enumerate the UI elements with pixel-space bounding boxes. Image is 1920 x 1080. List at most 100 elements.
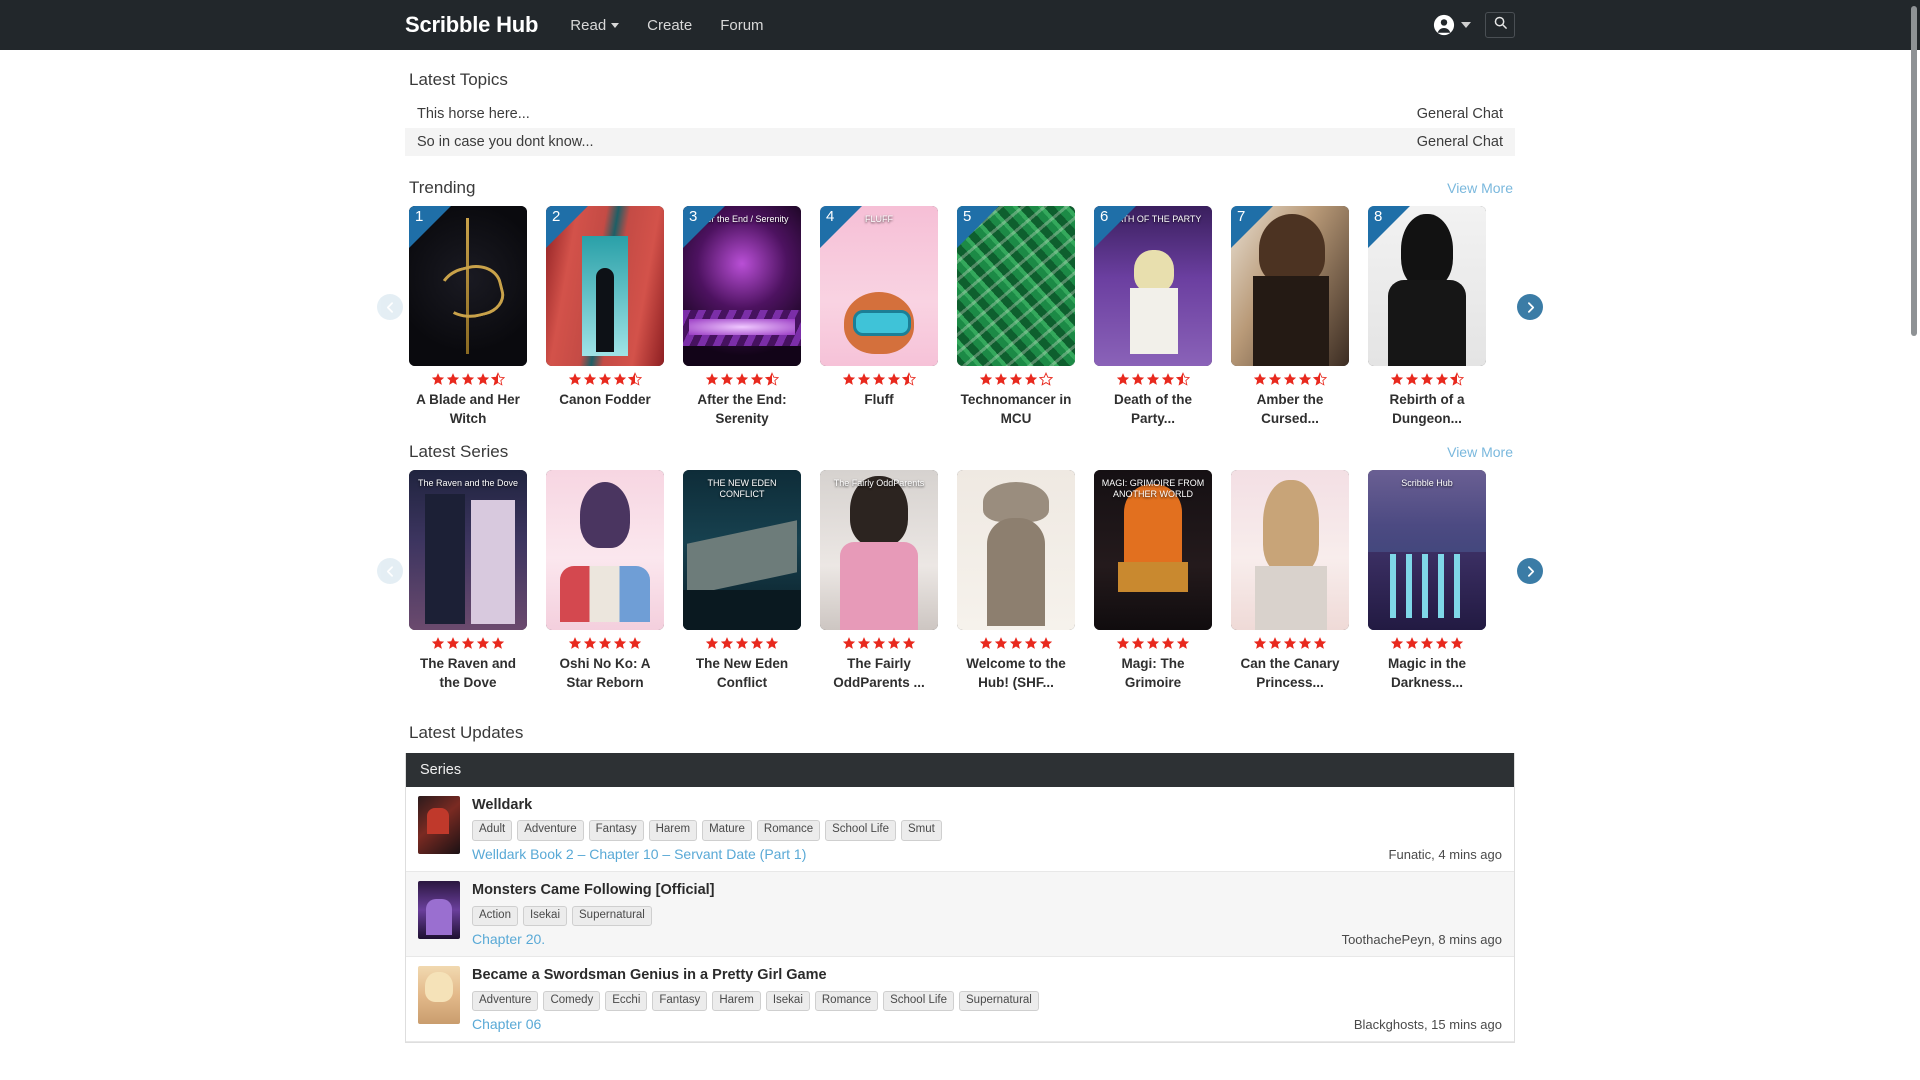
updates-table: Series Welldark Adult Adventure Fantasy Hare… [405,752,1515,1043]
star-icon-half [628,372,642,386]
series-card[interactable]: After the End / Serenity 3 After the End: … [683,206,801,428]
star-icon-full [1283,637,1297,650]
series-card[interactable]: 2 Canon Fodder [546,206,664,428]
trending-prev-button[interactable] [377,294,403,320]
genre-tag[interactable]: Romance [756,820,821,841]
star-icon-full [1161,637,1175,650]
rank-number: 7 [1237,208,1246,225]
star-icon-full [765,637,779,650]
series-cover[interactable]: 8 [1368,206,1486,366]
account-menu[interactable] [1433,14,1471,36]
series-card[interactable]: Scribble Hub Magic in the Darkness... [1368,470,1486,692]
series-name[interactable]: Monsters Came Following [Official] [472,881,1502,900]
star-icon-full [1116,373,1130,385]
series-card[interactable]: 8 Rebirth of a Dungeon... [1368,206,1486,428]
star-icon-full [720,637,734,650]
scrollbar-thumb[interactable] [1911,6,1917,336]
series-card[interactable]: Oshi No Ko: A Star Reborn [546,470,664,692]
series-cover[interactable]: 5 [957,206,1075,366]
series-card[interactable]: The Raven and the Dove The Raven and the … [409,470,527,692]
genre-tag[interactable]: Harem [648,820,698,841]
nav-item-create[interactable]: Create [647,17,692,34]
series-card[interactable]: Can the Canary Princess... [1231,470,1349,692]
topic-row[interactable]: This horse here... General Chat [405,100,1515,128]
genre-tag[interactable]: Adventure [472,990,539,1011]
series-cover[interactable]: 2 [546,206,664,366]
star-icon-full [1146,373,1160,385]
series-card[interactable]: FLUFF 4 Fluff [820,206,938,428]
genre-tag[interactable]: Action [472,905,518,926]
page-scrollbar[interactable] [1910,0,1918,1080]
star-icon-full [1161,373,1175,385]
series-card[interactable]: THE NEW EDEN CONFLICT The New Eden Confli… [683,470,801,692]
series-cover[interactable]: THE NEW EDEN CONFLICT [683,470,801,631]
topic-title: This horse here... [417,106,530,122]
series-card[interactable]: 1 A Blade and Her Witch [409,206,527,428]
series-cover[interactable] [957,470,1075,631]
genre-tag[interactable]: Adventure [517,820,584,841]
series-cover[interactable]: After the End / Serenity 3 [683,206,801,366]
rating-stars [820,636,938,650]
series-card[interactable]: DEATH OF THE PARTY 6 Death of the Party... [1094,206,1212,428]
rating-stars [546,636,664,650]
series-cover[interactable]: MAGI: GRIMOIRE FROM ANOTHER WORLD [1094,470,1212,631]
nav-item-read[interactable]: Read [570,17,620,34]
updates-column-header: Series [406,752,1514,787]
series-card-title: After the End: Serenity [697,392,787,427]
genre-tag[interactable]: Fantasy [652,990,708,1011]
genre-tag[interactable]: Isekai [765,990,810,1011]
genre-tag[interactable]: Isekai [522,905,568,926]
series-cover[interactable]: DEATH OF THE PARTY 6 [1094,206,1212,366]
star-icon-half [1313,372,1327,386]
genre-tag[interactable]: Fantasy [588,820,644,841]
series-cover[interactable]: 1 [409,206,527,366]
series-card[interactable]: The Fairly OddParents The Fairly OddParen… [820,470,938,692]
latest-series-next-button[interactable] [1517,558,1543,585]
search-button[interactable] [1485,12,1515,38]
genre-tag[interactable]: Adult [472,820,513,841]
series-cover[interactable]: FLUFF 4 [820,206,938,366]
series-card[interactable]: MAGI: GRIMOIRE FROM ANOTHER WORLD Magi: T… [1094,470,1212,692]
star-icon-full [613,373,627,385]
chapter-link[interactable]: Welldark Book 2 – Chapter 10 – Servant D… [472,846,806,862]
chapter-link[interactable]: Chapter 20. [472,931,545,947]
chapter-link[interactable]: Chapter 06 [472,1016,541,1032]
series-cover[interactable]: The Raven and the Dove [409,470,527,631]
trending-view-more-link[interactable]: View More [1447,180,1513,196]
series-cover[interactable]: Scribble Hub [1368,470,1486,631]
series-cover[interactable] [1231,470,1349,631]
latest-series-view-more-link[interactable]: View More [1447,444,1513,460]
series-name[interactable]: Became a Swordsman Genius in a Pretty Gi… [472,966,1502,985]
star-icon-full [979,637,993,650]
genre-tag[interactable]: Comedy [543,990,601,1011]
series-cover[interactable]: The Fairly OddParents [820,470,938,631]
genre-tag[interactable]: Supernatural [959,990,1039,1011]
genre-tag[interactable]: School Life [883,990,954,1011]
genre-tag[interactable]: Romance [814,990,879,1011]
series-card[interactable]: Welcome to the Hub! (SHF... [957,470,1075,692]
genre-tag[interactable]: Supernatural [572,905,652,926]
series-cover[interactable] [546,470,664,631]
genre-tag[interactable]: Mature [702,820,752,841]
star-icon-full [902,637,916,650]
star-icon-full [598,637,612,650]
star-icon-full [1253,637,1267,650]
genre-tag[interactable]: Smut [901,820,942,841]
series-name[interactable]: Welldark [472,796,1502,815]
star-icon-full [705,637,719,650]
genre-tag[interactable]: Harem [712,990,761,1011]
genre-tag[interactable]: School Life [825,820,897,841]
nav-item-forum[interactable]: Forum [720,17,763,34]
series-card[interactable]: 5 Technomancer in MCU [957,206,1075,428]
genre-tag[interactable]: Ecchi [605,990,648,1011]
topic-row[interactable]: So in case you dont know... General Chat [405,128,1515,156]
chevron-down-icon [1461,22,1471,28]
series-thumbnail[interactable] [418,880,460,939]
trending-next-button[interactable] [1517,294,1543,320]
latest-series-prev-button[interactable] [377,558,403,585]
series-thumbnail[interactable] [418,795,460,854]
series-thumbnail[interactable] [418,965,460,1024]
site-logo[interactable]: Scribble Hub [405,12,538,38]
series-cover[interactable]: 7 [1231,206,1349,366]
series-card[interactable]: 7 Amber the Cursed... [1231,206,1349,428]
